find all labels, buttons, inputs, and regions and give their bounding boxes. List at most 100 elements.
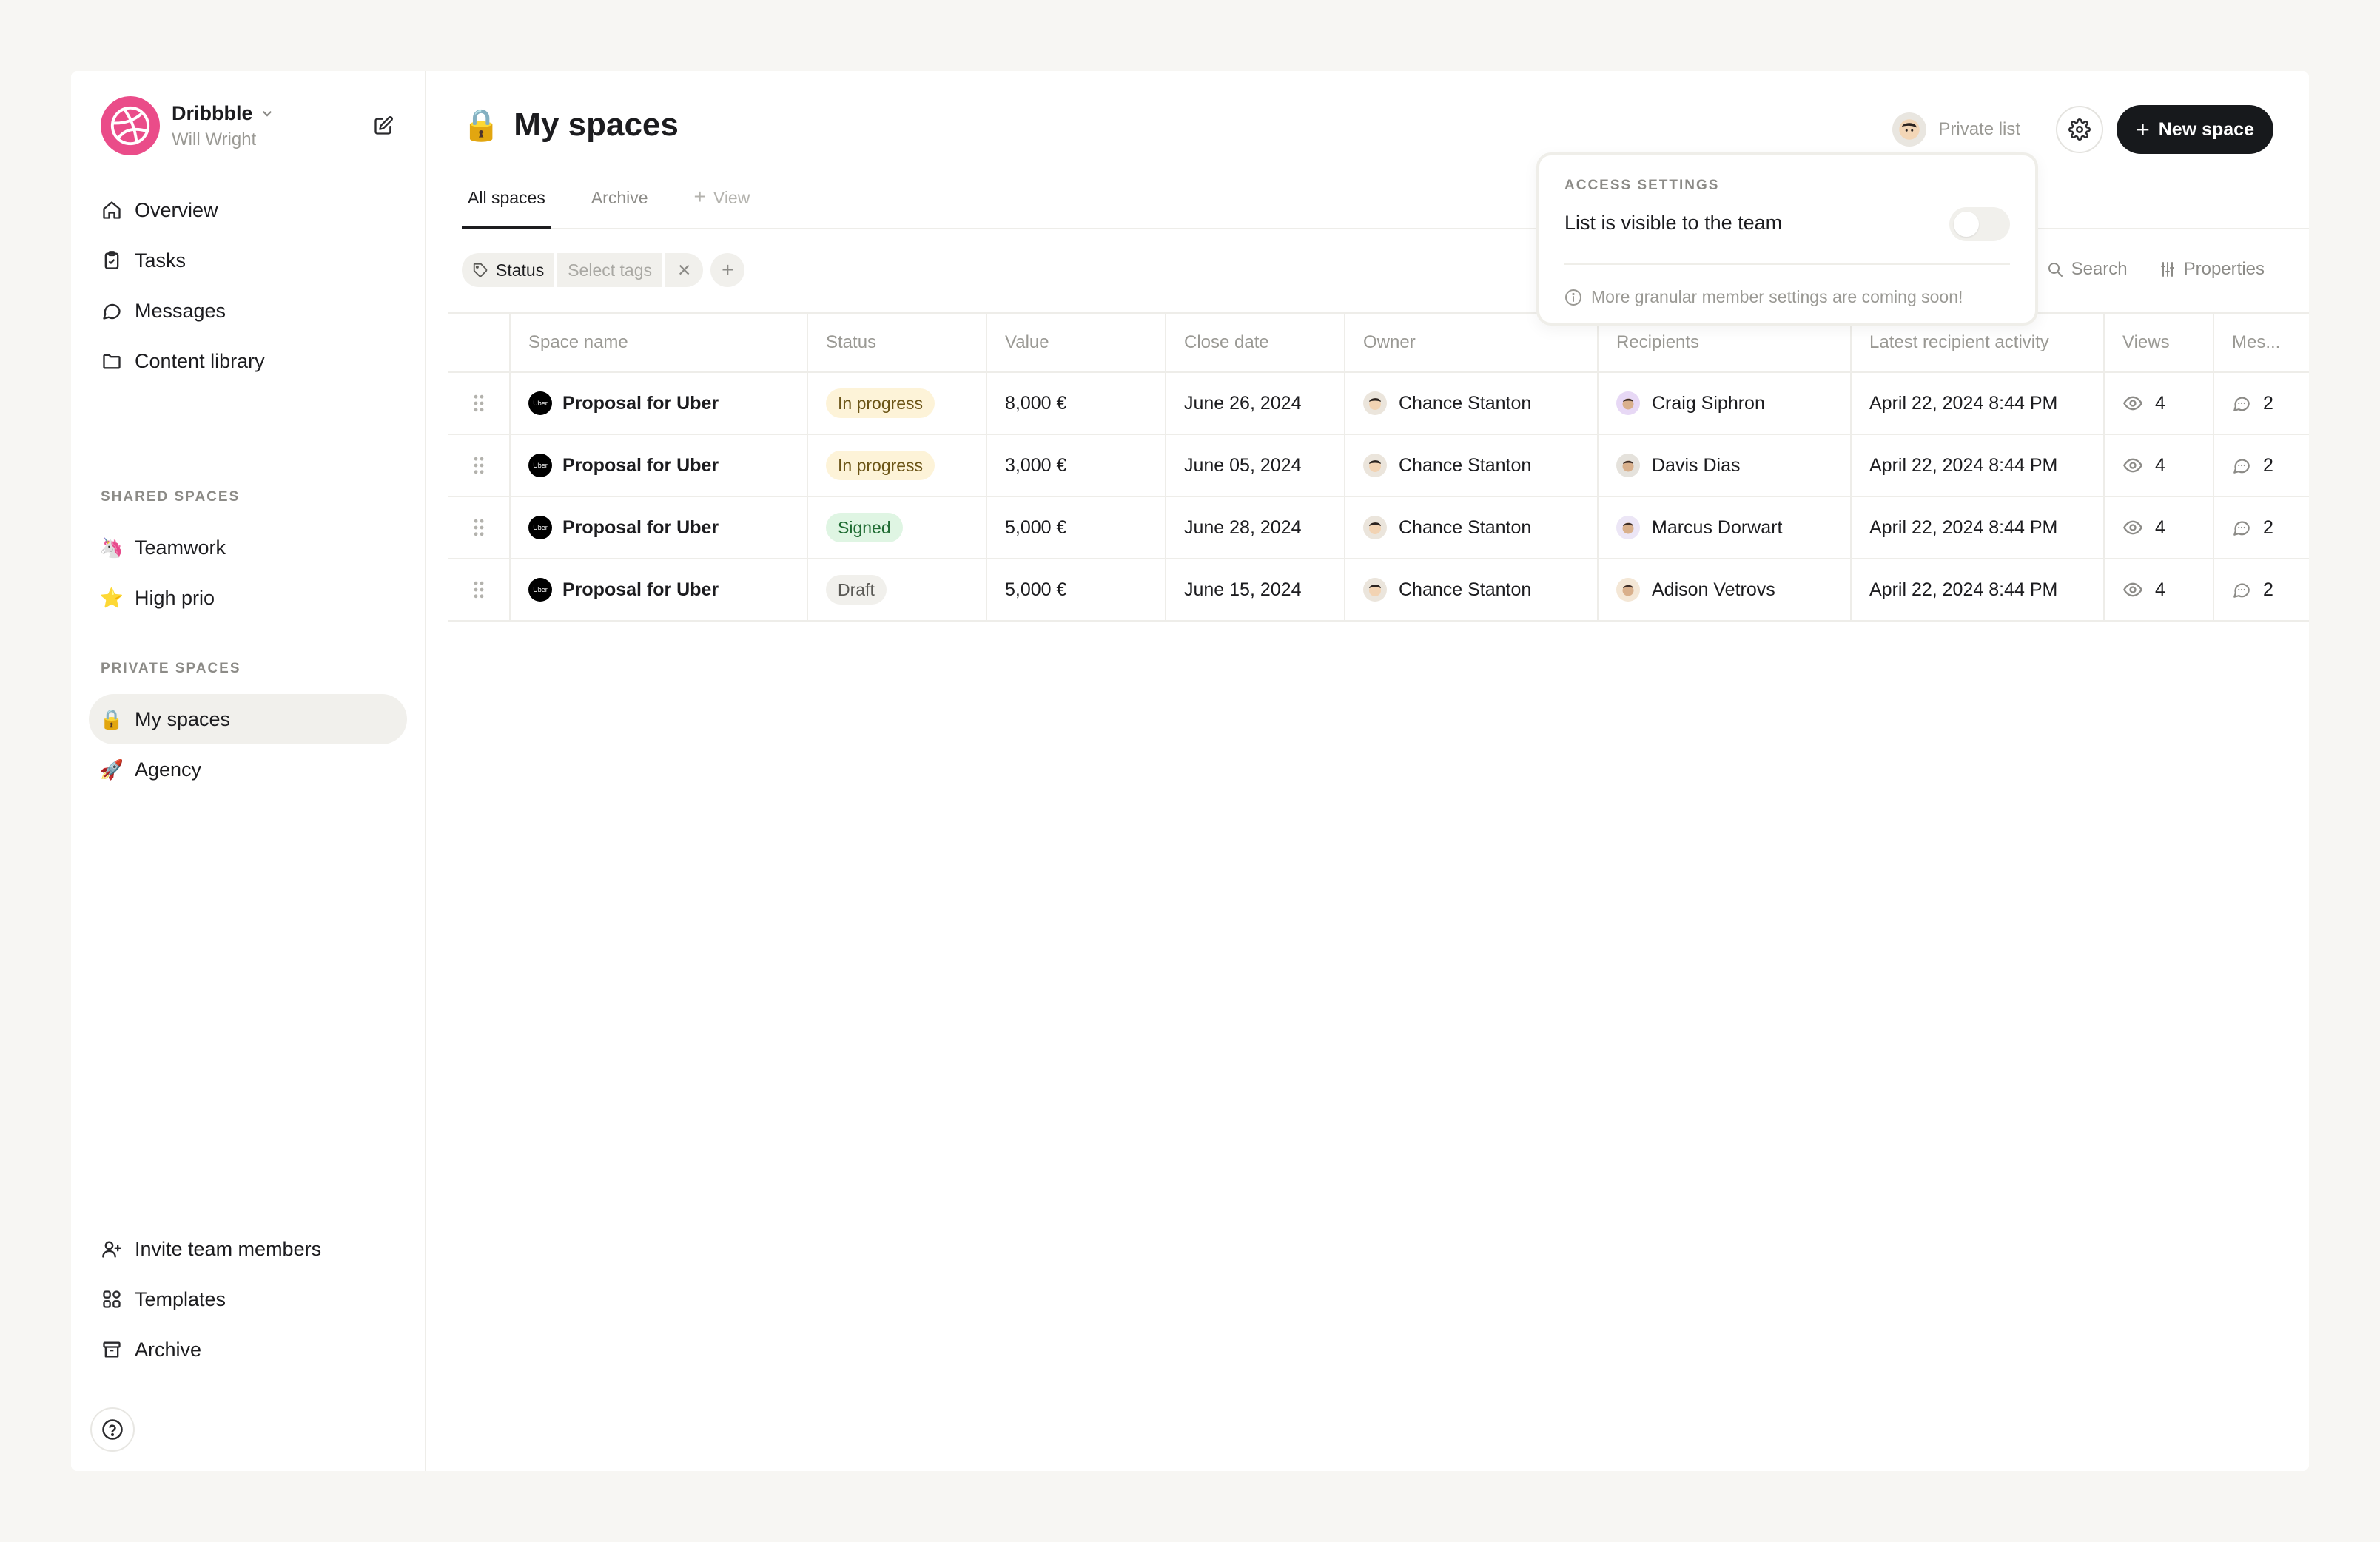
sidebar-item-agency[interactable]: 🚀 Agency bbox=[89, 744, 407, 795]
status-cell[interactable]: In progress bbox=[807, 435, 986, 496]
drag-handle[interactable] bbox=[448, 373, 509, 434]
search-button[interactable]: Search bbox=[2046, 259, 2128, 280]
uber-logo-icon: Uber bbox=[528, 391, 552, 415]
access-settings-popover: ACCESS SETTINGS List is visible to the t… bbox=[1536, 152, 2038, 326]
messages-cell: 2 bbox=[2213, 435, 2309, 496]
lock-icon: 🔒 bbox=[462, 107, 501, 142]
add-view-button[interactable]: + View bbox=[688, 182, 756, 229]
workspace-name: Dribbble bbox=[172, 101, 253, 124]
column-header[interactable]: Mes... bbox=[2213, 314, 2309, 371]
space-name-cell[interactable]: Uber Proposal for Uber bbox=[509, 497, 807, 558]
app-window: Dribbble Will Wright Overview Tasks Mess… bbox=[71, 71, 2309, 1471]
status-cell[interactable]: Signed bbox=[807, 497, 986, 558]
recipient-name: Marcus Dorwart bbox=[1652, 516, 1783, 538]
table-row[interactable]: Uber Proposal for Uber Signed 5,000 € Ju… bbox=[448, 497, 2309, 559]
sidebar-item-label: Content library bbox=[135, 349, 265, 372]
recipient-cell[interactable]: Craig Siphron bbox=[1597, 373, 1850, 434]
sidebar-item-high-prio[interactable]: ⭐ High prio bbox=[89, 573, 407, 623]
new-space-button[interactable]: + New space bbox=[2117, 105, 2273, 154]
owner-name: Chance Stanton bbox=[1399, 579, 1532, 600]
column-header[interactable]: Value bbox=[986, 314, 1165, 371]
messages-cell: 2 bbox=[2213, 497, 2309, 558]
table-row[interactable]: Uber Proposal for Uber In progress 3,000… bbox=[448, 435, 2309, 497]
owner-cell[interactable]: Chance Stanton bbox=[1344, 435, 1597, 496]
team-visibility-toggle[interactable] bbox=[1949, 207, 2010, 241]
help-button[interactable] bbox=[90, 1407, 135, 1452]
page-title-text: My spaces bbox=[514, 107, 679, 143]
sidebar-item-invite[interactable]: Invite team members bbox=[89, 1224, 407, 1274]
space-name: Proposal for Uber bbox=[562, 579, 719, 600]
messages-count: 2 bbox=[2263, 454, 2273, 476]
space-name-cell[interactable]: Uber Proposal for Uber bbox=[509, 435, 807, 496]
shared-spaces-nav: SHARED SPACES 🦄 Teamwork ⭐ High prio bbox=[89, 482, 407, 623]
status-cell[interactable]: Draft bbox=[807, 559, 986, 620]
eye-icon bbox=[2122, 455, 2143, 476]
recipient-cell[interactable]: Davis Dias bbox=[1597, 435, 1850, 496]
column-header[interactable]: Status bbox=[807, 314, 986, 371]
sidebar-item-overview[interactable]: Overview bbox=[89, 185, 407, 235]
table-row[interactable]: Uber Proposal for Uber Draft 5,000 € Jun… bbox=[448, 559, 2309, 622]
owner-cell[interactable]: Chance Stanton bbox=[1344, 497, 1597, 558]
sidebar-item-my-spaces[interactable]: 🔒 My spaces bbox=[89, 694, 407, 744]
private-spaces-heading: PRIVATE SPACES bbox=[101, 661, 241, 676]
star-icon: ⭐ bbox=[99, 586, 124, 609]
settings-button[interactable] bbox=[2056, 106, 2104, 153]
close-icon: ✕ bbox=[677, 260, 692, 280]
column-header[interactable]: Views bbox=[2103, 314, 2213, 371]
clear-filter-button[interactable]: ✕ bbox=[665, 253, 704, 287]
sidebar-item-label: Teamwork bbox=[135, 536, 226, 559]
space-name-cell[interactable]: Uber Proposal for Uber bbox=[509, 373, 807, 434]
add-filter-button[interactable]: + bbox=[710, 253, 745, 287]
avatar bbox=[1363, 578, 1387, 602]
tab-archive[interactable]: Archive bbox=[585, 182, 654, 229]
compose-button[interactable] bbox=[369, 111, 398, 141]
properties-button[interactable]: Properties bbox=[2159, 259, 2265, 280]
close-date-cell: June 28, 2024 bbox=[1165, 497, 1344, 558]
recipient-name: Adison Vetrovs bbox=[1652, 579, 1775, 600]
bottom-nav: Invite team members Templates Archive bbox=[89, 1224, 407, 1375]
select-tags-dropdown[interactable]: Select tags bbox=[557, 253, 663, 287]
messages-count: 2 bbox=[2263, 579, 2273, 600]
workspace-switcher[interactable]: Dribbble Will Wright bbox=[101, 96, 274, 155]
column-header[interactable]: Close date bbox=[1165, 314, 1344, 371]
drag-handle[interactable] bbox=[448, 435, 509, 496]
recipient-cell[interactable]: Adison Vetrovs bbox=[1597, 559, 1850, 620]
sliders-icon bbox=[2160, 262, 2174, 277]
drag-column-header bbox=[448, 314, 509, 371]
sidebar-item-teamwork[interactable]: 🦄 Teamwork bbox=[89, 522, 407, 573]
chat-bubble-icon bbox=[99, 298, 124, 323]
avatar bbox=[1616, 516, 1640, 539]
sidebar-item-content-library[interactable]: Content library bbox=[89, 336, 407, 386]
space-name-cell[interactable]: Uber Proposal for Uber bbox=[509, 559, 807, 620]
drag-handle[interactable] bbox=[448, 497, 509, 558]
status-filter[interactable]: Status bbox=[462, 253, 555, 287]
drag-handle-icon bbox=[474, 394, 484, 412]
value-cell: 5,000 € bbox=[986, 559, 1165, 620]
plus-icon: + bbox=[693, 185, 706, 208]
sidebar-item-label: High prio bbox=[135, 586, 215, 609]
tab-all-spaces[interactable]: All spaces bbox=[462, 182, 551, 229]
owner-cell[interactable]: Chance Stanton bbox=[1344, 559, 1597, 620]
sidebar-item-label: Overview bbox=[135, 198, 218, 221]
filter-bar: Status Select tags ✕ + bbox=[462, 253, 745, 287]
drag-handle[interactable] bbox=[448, 559, 509, 620]
chevron-down-icon bbox=[262, 110, 272, 117]
sidebar-item-label: Archive bbox=[135, 1338, 202, 1361]
clipboard-icon bbox=[99, 248, 124, 273]
messages-cell: 2 bbox=[2213, 559, 2309, 620]
close-date-cell: June 15, 2024 bbox=[1165, 559, 1344, 620]
shared-spaces-heading: SHARED SPACES bbox=[101, 489, 241, 505]
search-label: Search bbox=[2071, 259, 2128, 279]
sidebar-item-templates[interactable]: Templates bbox=[89, 1274, 407, 1324]
column-header[interactable]: Space name bbox=[509, 314, 807, 371]
recipient-cell[interactable]: Marcus Dorwart bbox=[1597, 497, 1850, 558]
sidebar-item-messages[interactable]: Messages bbox=[89, 286, 407, 336]
table-row[interactable]: Uber Proposal for Uber In progress 8,000… bbox=[448, 373, 2309, 435]
uber-logo-icon: Uber bbox=[528, 578, 552, 602]
sidebar-item-tasks[interactable]: Tasks bbox=[89, 235, 407, 286]
sidebar-item-archive[interactable]: Archive bbox=[89, 1324, 407, 1375]
status-cell[interactable]: In progress bbox=[807, 373, 986, 434]
private-list-indicator[interactable]: Private list bbox=[1892, 112, 2020, 147]
owner-cell[interactable]: Chance Stanton bbox=[1344, 373, 1597, 434]
status-badge: In progress bbox=[826, 388, 935, 418]
